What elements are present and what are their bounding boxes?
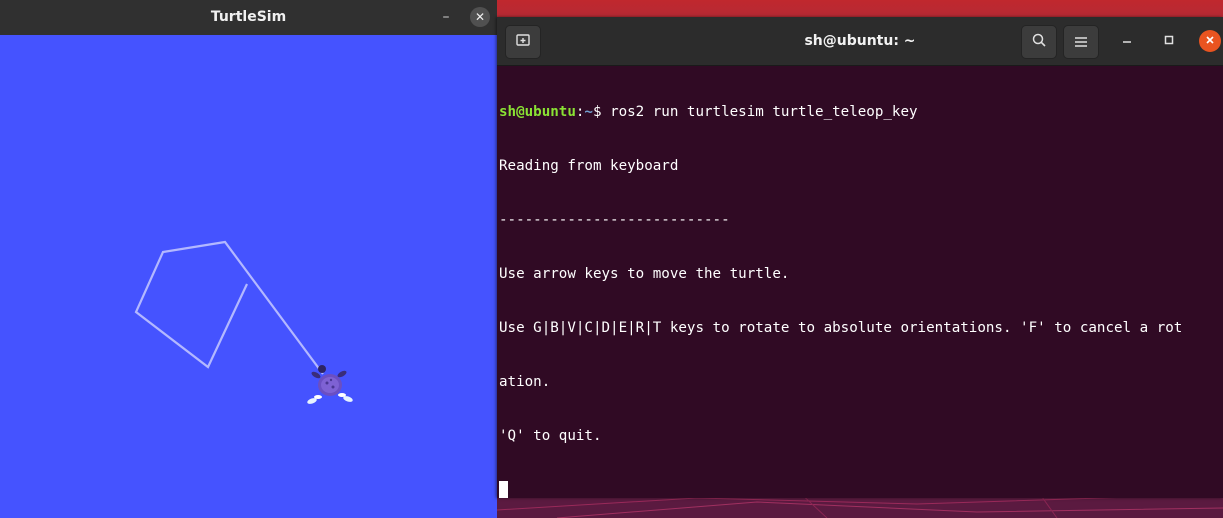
command-line: sh@ubuntu:~$ ros2 run turtlesim turtle_t… bbox=[499, 103, 1223, 121]
output-line: ation. bbox=[499, 374, 551, 390]
terminal-window: sh@ubuntu: ~ sh@ubuntu:~$ ros2 run turtl… bbox=[497, 17, 1223, 498]
maximize-button[interactable] bbox=[1158, 30, 1180, 52]
turtlesim-window: TurtleSim – ✕ bbox=[0, 0, 497, 518]
hamburger-menu-icon bbox=[1074, 33, 1088, 52]
search-button[interactable] bbox=[1021, 25, 1057, 59]
turtle-drawing bbox=[134, 240, 353, 404]
turtle-path bbox=[134, 240, 324, 375]
terminal-output[interactable]: sh@ubuntu:~$ ros2 run turtlesim turtle_t… bbox=[497, 66, 1223, 498]
close-button[interactable]: ✕ bbox=[470, 7, 490, 27]
output-line: --------------------------- bbox=[499, 212, 730, 228]
text-cursor bbox=[499, 481, 508, 498]
terminal-headerbar[interactable]: sh@ubuntu: ~ bbox=[497, 17, 1223, 66]
output-line: Reading from keyboard bbox=[499, 158, 679, 174]
terminal-title: sh@ubuntu: ~ bbox=[804, 33, 916, 49]
prompt-path: ~ bbox=[584, 104, 593, 120]
minimize-button[interactable] bbox=[1116, 30, 1138, 52]
maximize-icon bbox=[1164, 33, 1174, 49]
search-icon bbox=[1031, 32, 1047, 52]
minimize-button[interactable]: – bbox=[436, 7, 456, 27]
turtle-icon bbox=[307, 365, 353, 404]
output-line: 'Q' to quit. bbox=[499, 428, 602, 444]
close-icon bbox=[1205, 34, 1215, 48]
minimize-icon bbox=[1122, 33, 1132, 49]
turtlesim-canvas bbox=[0, 35, 497, 518]
cursor-line bbox=[499, 481, 1223, 498]
turtlesim-titlebar[interactable]: TurtleSim – ✕ bbox=[0, 0, 497, 35]
output-line: Use arrow keys to move the turtle. bbox=[499, 266, 790, 282]
menu-button[interactable] bbox=[1063, 25, 1099, 59]
close-button[interactable] bbox=[1199, 30, 1221, 52]
output-line: Use G|B|V|C|D|E|R|T keys to rotate to ab… bbox=[499, 320, 1183, 336]
prompt-user: sh@ubuntu bbox=[499, 104, 576, 120]
turtlesim-title: TurtleSim bbox=[210, 9, 287, 25]
command-text: ros2 run turtlesim turtle_teleop_key bbox=[610, 104, 918, 120]
prompt-symbol: $ bbox=[592, 104, 611, 120]
